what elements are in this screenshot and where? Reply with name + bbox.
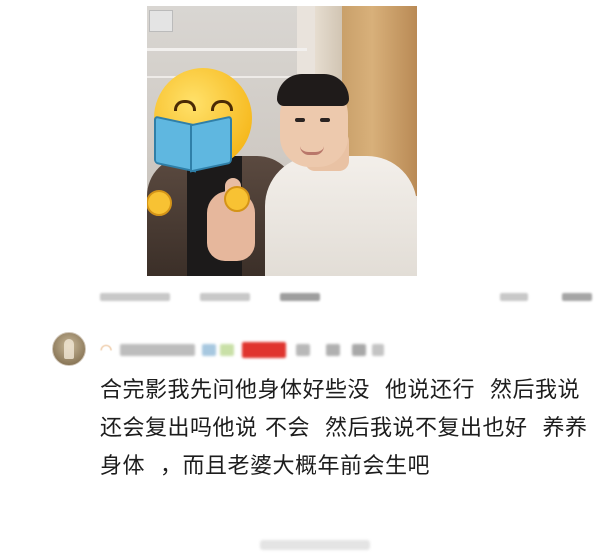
emoji-reading-book-icon: [147, 68, 252, 216]
person-right-eye: [320, 118, 330, 122]
emoji-hand: [224, 186, 250, 212]
commenter-avatar[interactable]: [52, 332, 86, 366]
emoji-eye: [211, 100, 233, 111]
photo-light-switch: [149, 10, 173, 32]
emoji-hand: [147, 190, 172, 216]
person-right-shirt: [265, 156, 417, 276]
commenter-name-redacted[interactable]: ◠: [100, 338, 400, 360]
comment-text: 合完影我先问他身体好些没 他说还行 然后我说还会复出吗他说 不会 然后我说不复出…: [100, 378, 588, 479]
person-right-hair: [277, 74, 349, 106]
avatar-figure: [64, 339, 74, 359]
post-photo[interactable]: [147, 6, 417, 276]
person-right-eye: [295, 118, 305, 122]
emoji-eye: [174, 100, 196, 111]
rainbow-badge-icon: ◠: [100, 342, 113, 358]
blurred-footer: [260, 540, 370, 550]
red-redaction-block: [242, 342, 286, 358]
blurred-post-meta: [100, 289, 600, 305]
photo-ceiling-trim: [147, 48, 307, 51]
book-right-page: [190, 115, 232, 173]
book-icon: [147, 115, 250, 216]
